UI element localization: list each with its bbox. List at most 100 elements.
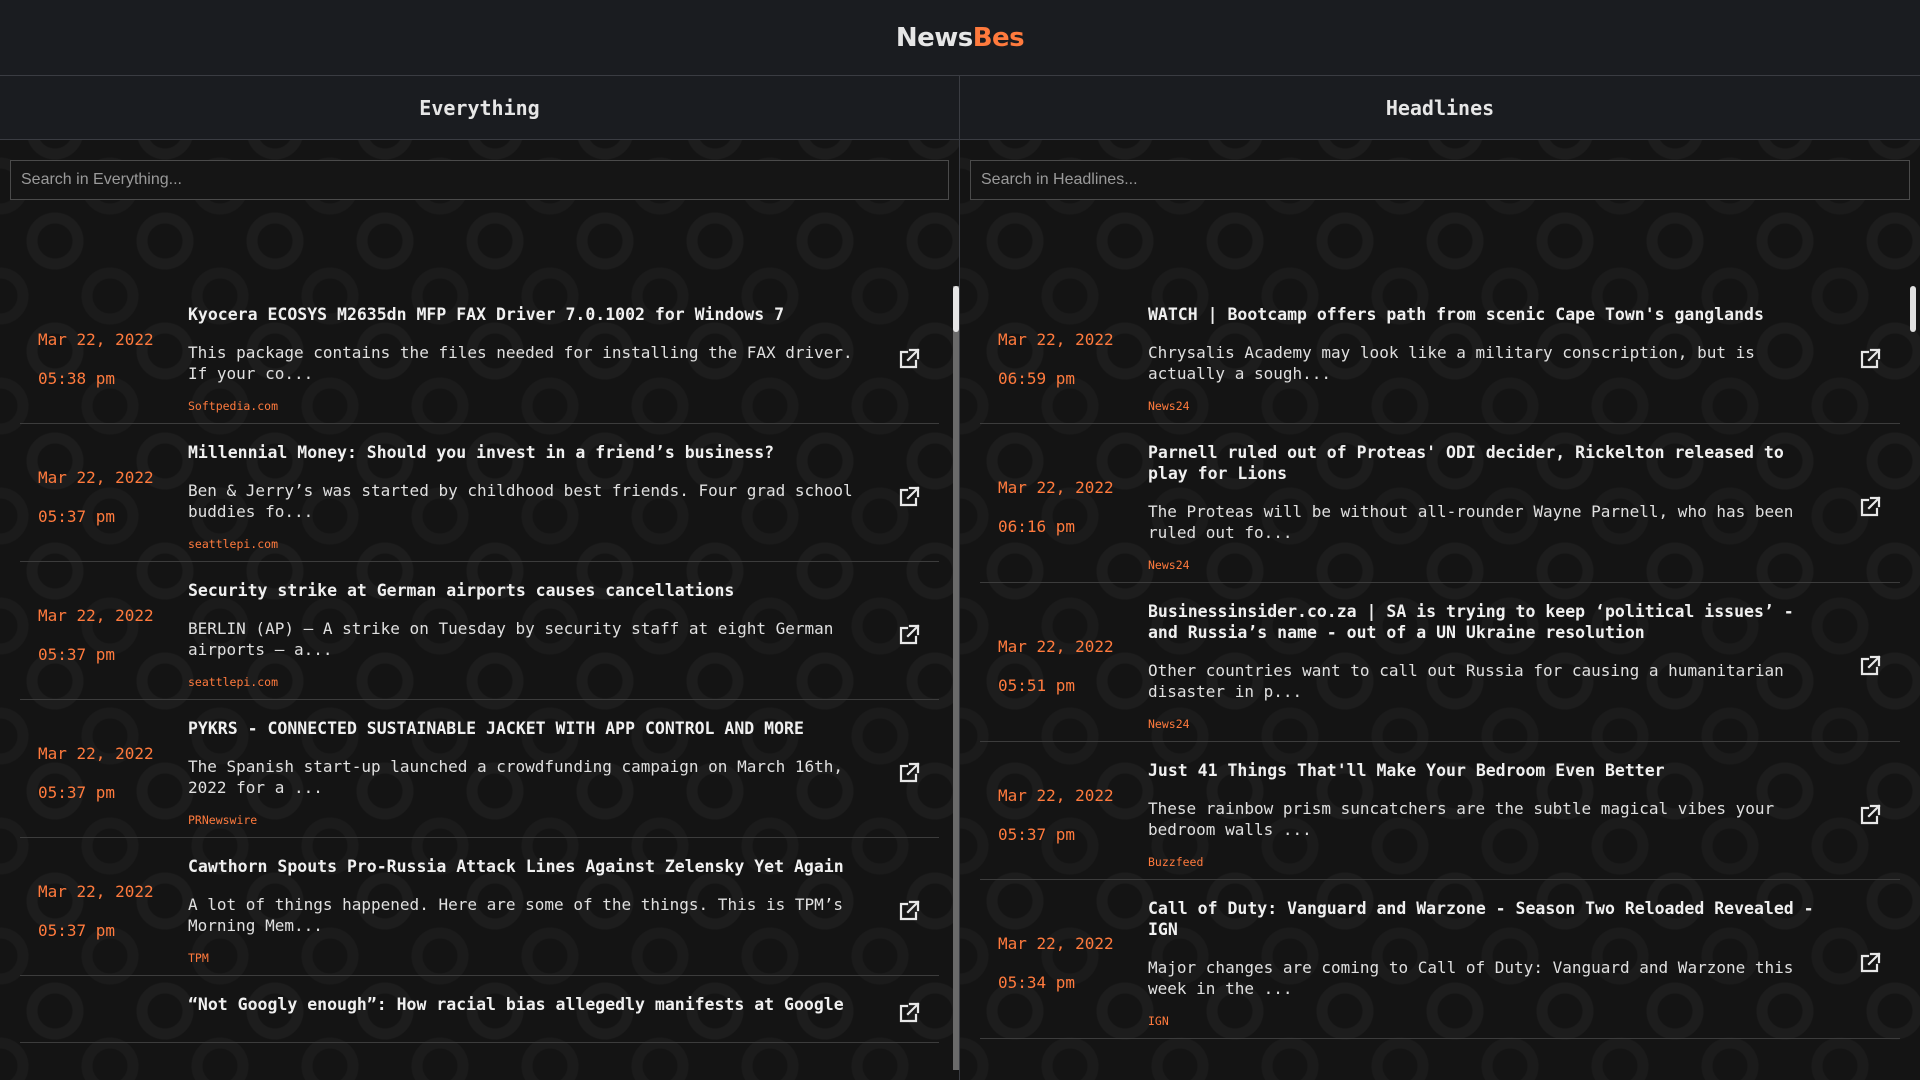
item-time: 05:37 pm: [998, 824, 1076, 844]
item-description: These rainbow prism suncatchers are the …: [1148, 799, 1775, 839]
everything-scrollbar-thumb[interactable]: [953, 286, 959, 332]
everything-search-wrap: [0, 140, 959, 210]
item-title[interactable]: “Not Googly enough”: How racial bias all…: [188, 994, 859, 1015]
item-description: Major changes are coming to Call of Duty…: [1148, 958, 1794, 998]
item-time: 05:34 pm: [998, 973, 1076, 992]
item-date: Mar 22, 2022: [38, 743, 154, 763]
item-datetime: Mar 22, 2022 05:34 pm: [980, 934, 1148, 992]
open-external-button[interactable]: [879, 485, 939, 509]
columns: Everything Mar 22, 2022 05:38 pm Kyocera E…: [0, 76, 1920, 1080]
external-link-icon: [899, 761, 920, 782]
headlines-scrollbar-thumb[interactable]: [1910, 286, 1916, 332]
external-link-icon: [899, 485, 920, 506]
item-source: News24: [1148, 558, 1190, 572]
item-datetime: Mar 22, 2022 05:37 pm: [20, 744, 188, 802]
list-item[interactable]: Mar 22, 2022 05:51 pm Businessinsider.co.z…: [980, 583, 1900, 742]
list-item[interactable]: “Not Googly enough”: How racial bias all…: [20, 976, 939, 1043]
item-title[interactable]: Businessinsider.co.za | SA is trying to …: [1148, 601, 1820, 643]
everything-heading: Everything: [0, 76, 959, 140]
logo[interactable]: NewsBes: [895, 22, 1025, 53]
item-date: Mar 22, 2022: [998, 934, 1114, 953]
item-body: Just 41 Things That'll Make Your Bedroom…: [1148, 760, 1840, 869]
list-item[interactable]: Mar 22, 2022 05:34 pm Call of Duty: Vangua…: [980, 880, 1900, 1039]
item-body: WATCH | Bootcamp offers path from scenic…: [1148, 304, 1840, 413]
item-date: Mar 22, 2022: [998, 785, 1114, 805]
logo-part-news: News: [895, 22, 973, 53]
item-title[interactable]: Millennial Money: Should you invest in a…: [188, 442, 859, 463]
headlines-scrollbar[interactable]: [1910, 286, 1918, 1070]
item-title[interactable]: Call of Duty: Vanguard and Warzone - Sea…: [1148, 898, 1820, 940]
list-item[interactable]: Mar 22, 2022 05:37 pm Millennial Money: Sh…: [20, 424, 939, 562]
logo-part-bes: Bes: [972, 22, 1025, 53]
item-body: Parnell ruled out of Proteas' ODI decide…: [1148, 442, 1840, 572]
item-source: TPM: [188, 951, 209, 965]
list-item[interactable]: Mar 22, 2022 05:38 pm Kyocera ECOSYS M2635…: [20, 286, 939, 424]
item-source: IGN: [1148, 1014, 1169, 1028]
item-title[interactable]: Security strike at German airports cause…: [188, 580, 859, 601]
open-external-button[interactable]: [879, 623, 939, 647]
open-external-button[interactable]: [1840, 495, 1900, 519]
item-title[interactable]: Parnell ruled out of Proteas' ODI decide…: [1148, 442, 1820, 484]
item-title[interactable]: Just 41 Things That'll Make Your Bedroom…: [1148, 760, 1820, 781]
open-external-button[interactable]: [879, 1001, 939, 1025]
headlines-list[interactable]: Mar 22, 2022 06:59 pm WATCH | Bootcamp off…: [960, 286, 1920, 1080]
external-link-icon: [1860, 496, 1881, 517]
item-date: Mar 22, 2022: [998, 478, 1114, 497]
item-date: Mar 22, 2022: [38, 467, 154, 487]
everything-column: Everything Mar 22, 2022 05:38 pm Kyocera E…: [0, 76, 960, 1080]
item-description: Other countries want to call out Russia …: [1148, 661, 1784, 701]
item-date: Mar 22, 2022: [998, 637, 1114, 656]
headlines-search-input[interactable]: [970, 160, 1910, 200]
item-datetime: Mar 22, 2022 06:59 pm: [980, 330, 1148, 388]
open-external-button[interactable]: [1840, 347, 1900, 371]
item-datetime: [20, 1003, 188, 1023]
item-title[interactable]: Kyocera ECOSYS M2635dn MFP FAX Driver 7.…: [188, 304, 859, 325]
item-body: PYKRS - CONNECTED SUSTAINABLE JACKET WIT…: [188, 718, 879, 827]
item-title[interactable]: PYKRS - CONNECTED SUSTAINABLE JACKET WIT…: [188, 718, 859, 739]
item-source: Softpedia.com: [188, 399, 279, 413]
item-body: Call of Duty: Vanguard and Warzone - Sea…: [1148, 898, 1840, 1028]
item-datetime: Mar 22, 2022 05:37 pm: [980, 786, 1148, 844]
item-source: PRNewswire: [188, 813, 258, 827]
list-item[interactable]: Mar 22, 2022 05:37 pm Security strike at G…: [20, 562, 939, 700]
external-link-icon: [899, 623, 920, 644]
item-source: News24: [1148, 399, 1190, 413]
headlines-heading: Headlines: [960, 76, 1920, 140]
item-description: Ben & Jerry’s was started by childhood b…: [188, 481, 853, 521]
open-external-button[interactable]: [1840, 803, 1900, 827]
external-link-icon: [1860, 952, 1881, 973]
open-external-button[interactable]: [879, 761, 939, 785]
item-date: Mar 22, 2022: [38, 881, 154, 901]
item-body: Kyocera ECOSYS M2635dn MFP FAX Driver 7.…: [188, 304, 879, 413]
everything-list[interactable]: Mar 22, 2022 05:38 pm Kyocera ECOSYS M2635…: [0, 286, 959, 1080]
open-external-button[interactable]: [879, 899, 939, 923]
open-external-button[interactable]: [879, 347, 939, 371]
list-item[interactable]: Mar 22, 2022 06:59 pm WATCH | Bootcamp off…: [980, 286, 1900, 424]
list-item[interactable]: Mar 22, 2022 05:37 pm Just 41 Things That'…: [980, 742, 1900, 880]
item-datetime: Mar 22, 2022 05:38 pm: [20, 330, 188, 388]
item-source: Buzzfeed: [1148, 855, 1204, 869]
item-title[interactable]: WATCH | Bootcamp offers path from scenic…: [1148, 304, 1820, 325]
item-time: 05:51 pm: [998, 676, 1076, 695]
list-item[interactable]: Mar 22, 2022 05:37 pm Cawthorn Spouts Pro-…: [20, 838, 939, 976]
item-description: The Proteas will be without all-rounder …: [1148, 502, 1794, 542]
item-body: Millennial Money: Should you invest in a…: [188, 442, 879, 551]
list-item[interactable]: Mar 22, 2022 05:37 pm PYKRS - CONNECTED SU…: [20, 700, 939, 838]
open-external-button[interactable]: [1840, 951, 1900, 975]
open-external-button[interactable]: [1840, 654, 1900, 678]
item-body: “Not Googly enough”: How racial bias all…: [188, 994, 879, 1032]
item-datetime: Mar 22, 2022 05:51 pm: [980, 637, 1148, 695]
item-source: seattlepi.com: [188, 537, 279, 551]
external-link-icon: [899, 899, 920, 920]
everything-scrollbar[interactable]: [953, 286, 959, 1070]
external-link-icon: [1860, 803, 1881, 824]
item-time: 06:16 pm: [998, 517, 1076, 536]
external-link-icon: [1860, 347, 1881, 368]
external-link-icon: [1860, 655, 1881, 676]
external-link-icon: [899, 1002, 920, 1023]
headlines-search-wrap: [960, 140, 1920, 210]
top-bar: NewsBes: [0, 0, 1920, 76]
list-item[interactable]: Mar 22, 2022 06:16 pm Parnell ruled out of…: [980, 424, 1900, 583]
everything-search-input[interactable]: [10, 160, 949, 200]
item-title[interactable]: Cawthorn Spouts Pro-Russia Attack Lines …: [188, 856, 859, 877]
